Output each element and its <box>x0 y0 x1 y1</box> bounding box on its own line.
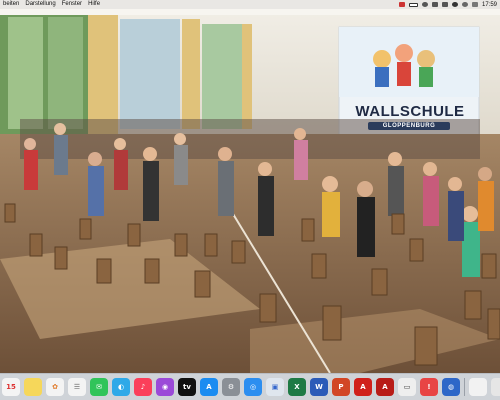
acrobat-reader-icon[interactable]: A <box>376 378 394 396</box>
notes-icon[interactable] <box>24 378 42 396</box>
dock: 15 ✿ ☰ ✉ ◐ ♪ ◉ tv A ⚙ ◎ ▣ X W P A A ▭! ◍ <box>0 373 500 400</box>
menu-item-help[interactable]: Hilfe <box>88 0 100 9</box>
keyboard-app-icon[interactable]: ▭ <box>398 378 416 396</box>
menu-clock[interactable]: 17:59 <box>482 2 497 8</box>
photos-icon[interactable]: ✿ <box>46 378 64 396</box>
calendar-icon[interactable]: 15 <box>2 378 20 396</box>
menu-item-view[interactable]: Darstellung <box>25 0 55 9</box>
system-preferences-icon[interactable]: ⚙ <box>222 378 240 396</box>
menu-item-window[interactable]: Fenster <box>62 0 82 9</box>
red-app-icon[interactable]: ! <box>420 378 438 396</box>
music-icon[interactable]: ♪ <box>134 378 152 396</box>
photo-dance-hall: WALLSCHULE GLOPPENBURG <box>0 9 500 373</box>
messages-icon[interactable]: ✉ <box>90 378 108 396</box>
bluetooth-icon[interactable] <box>421 2 428 7</box>
safari-icon[interactable]: ◎ <box>244 378 262 396</box>
powerpoint-icon[interactable]: P <box>332 378 350 396</box>
blue-app-icon[interactable]: ◍ <box>442 378 460 396</box>
control-center-icon[interactable] <box>471 2 478 7</box>
audio-icon[interactable] <box>431 2 438 7</box>
downloads-icon[interactable] <box>469 378 487 396</box>
search-icon[interactable] <box>461 2 468 7</box>
dock-separator <box>464 378 465 396</box>
status-area: 17:59 <box>398 2 497 8</box>
reminders-icon[interactable]: ☰ <box>68 378 86 396</box>
menu-bar: beiten Darstellung Fenster Hilfe 17:59 <box>0 0 500 9</box>
app-store-icon[interactable]: A <box>200 378 218 396</box>
banner-title: WALLSCHULE <box>355 103 465 120</box>
photo-scene <box>0 9 500 373</box>
acrobat-icon[interactable]: A <box>354 378 372 396</box>
preview-icon[interactable]: ▣ <box>266 378 284 396</box>
menu-item-edit[interactable]: beiten <box>3 0 19 9</box>
apple-tv-icon[interactable]: tv <box>178 378 196 396</box>
word-icon[interactable]: W <box>310 378 328 396</box>
excel-icon[interactable]: X <box>288 378 306 396</box>
podcasts-icon[interactable]: ◉ <box>156 378 174 396</box>
wifi-icon[interactable] <box>451 2 458 7</box>
banner-subtitle: GLOPPENBURG <box>368 122 450 130</box>
flag-icon[interactable] <box>398 2 405 7</box>
trash-icon[interactable] <box>491 378 500 396</box>
facetime-icon[interactable]: ◐ <box>112 378 130 396</box>
network-icon[interactable] <box>441 2 448 7</box>
battery-icon[interactable] <box>408 2 418 7</box>
